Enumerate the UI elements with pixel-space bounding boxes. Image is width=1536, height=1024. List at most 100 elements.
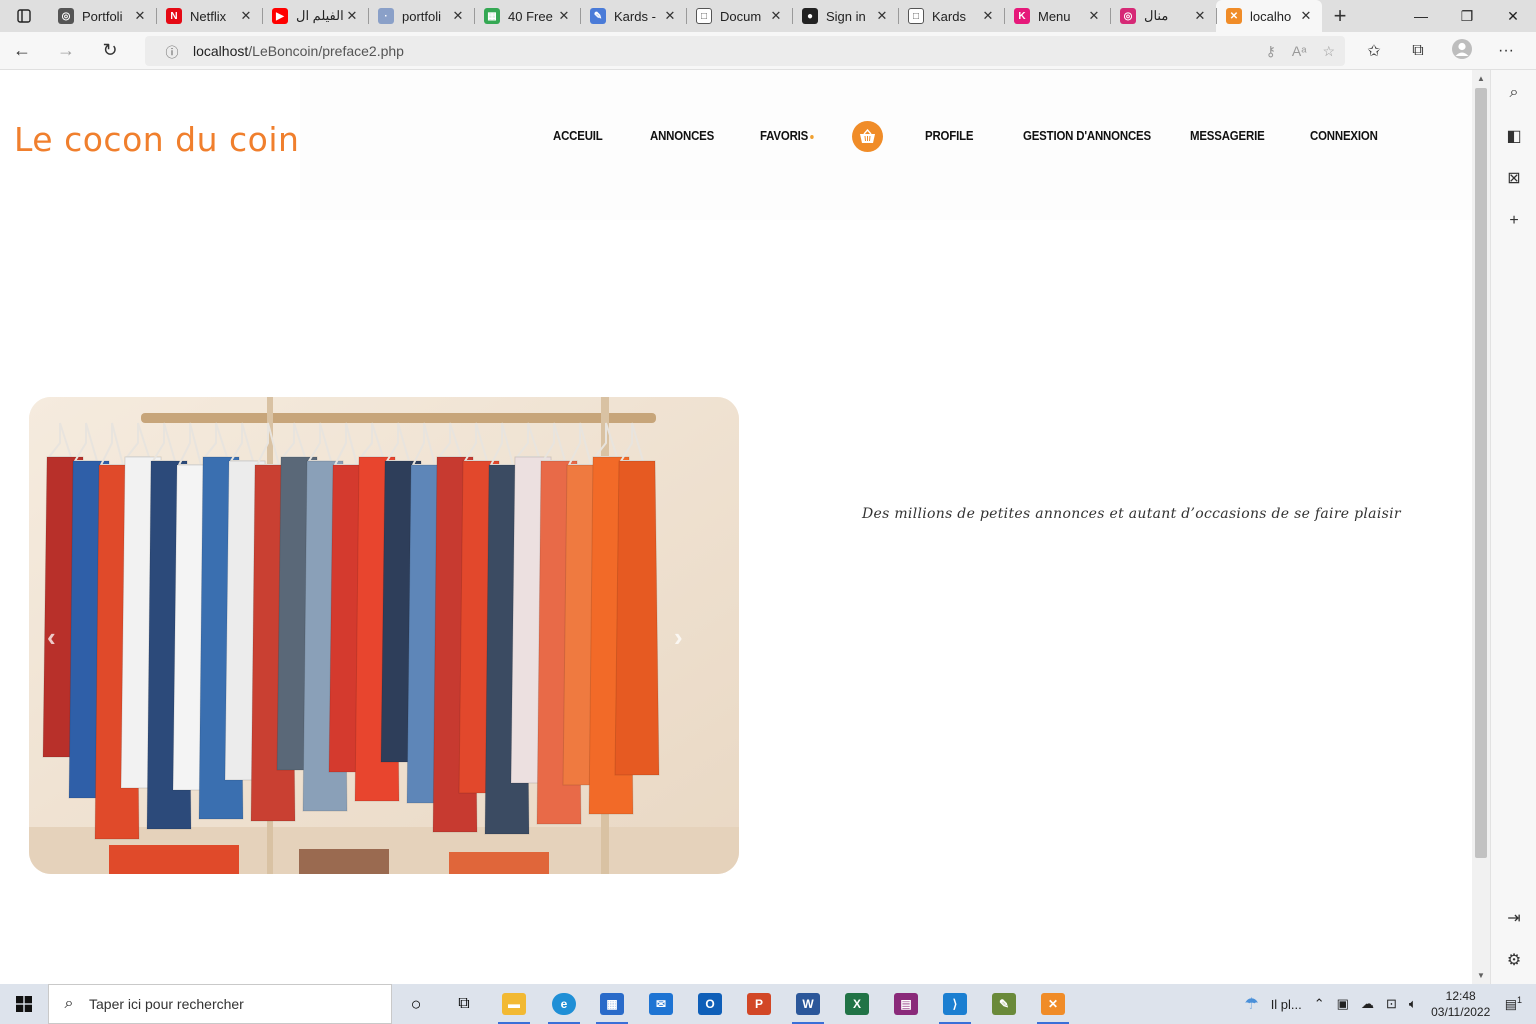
outlook-app-icon: O: [698, 993, 722, 1015]
window-controls: — ❐ ✕: [1398, 0, 1536, 32]
cart-button[interactable]: [852, 121, 883, 152]
minimize-icon[interactable]: —: [1398, 0, 1444, 32]
settings-gear-icon[interactable]: ⚙: [1491, 950, 1536, 970]
toolbar-right: ✩ ⧉ ···: [1352, 32, 1528, 70]
taskbar-word[interactable]: W: [784, 984, 832, 1024]
taskbar-powerpoint[interactable]: P: [735, 984, 783, 1024]
browser-tab[interactable]: □ Kards ✕: [898, 0, 1004, 32]
add-favorite-icon[interactable]: ☆: [1322, 43, 1335, 60]
tab-close-icon[interactable]: ✕: [1086, 8, 1102, 24]
tab-close-icon[interactable]: ✕: [768, 8, 784, 24]
browser-tab[interactable]: ◎ Portfoli ✕: [48, 0, 156, 32]
tab-close-icon[interactable]: ✕: [556, 8, 572, 24]
hero-carousel[interactable]: ‹ ›: [29, 397, 739, 874]
outlook-icon[interactable]: ⊠: [1491, 168, 1536, 188]
main-nav: ACCEUIL ANNONCES FAVORIS PROFILE GESTION…: [0, 120, 1472, 154]
notifications-icon[interactable]: ▤1: [1499, 995, 1536, 1012]
search-magnifier-icon: ⌕: [64, 995, 74, 1012]
taskbar-explorer[interactable]: ▬: [490, 984, 538, 1024]
favorites-icon[interactable]: ✩: [1352, 41, 1396, 61]
browser-tab[interactable]: ▦ 40 Free ✕: [474, 0, 580, 32]
network-icon[interactable]: ⊡: [1380, 996, 1403, 1012]
clock[interactable]: 12:48 03/11/2022: [1423, 988, 1499, 1020]
tab-close-icon[interactable]: ✕: [450, 8, 466, 24]
search-icon[interactable]: ⌕: [1491, 84, 1536, 102]
taskbar-winrar[interactable]: ▤: [882, 984, 930, 1024]
site-info-icon[interactable]: ⓘ: [157, 42, 187, 61]
tab-close-icon[interactable]: ✕: [662, 8, 678, 24]
refresh-button[interactable]: ↻: [88, 32, 132, 70]
browser-tab[interactable]: · portfoli ✕: [368, 0, 474, 32]
taskbar-mail[interactable]: ✉: [637, 984, 685, 1024]
basket-icon: [860, 129, 875, 143]
tab-close-icon[interactable]: ✕: [344, 8, 360, 24]
taskbar-vscode[interactable]: ⟩: [931, 984, 979, 1024]
nav-gestion-annonces[interactable]: GESTION D'ANNONCES: [1023, 128, 1151, 143]
profile-avatar-icon[interactable]: [1440, 38, 1484, 65]
cortana-button[interactable]: ○: [392, 984, 440, 1024]
netflix-icon: N: [166, 8, 182, 24]
tab-close-icon[interactable]: ✕: [1298, 8, 1314, 24]
taskbar-store[interactable]: ▦: [588, 984, 636, 1024]
tab-close-icon[interactable]: ✕: [1192, 8, 1208, 24]
taskbar-xampp[interactable]: ✕: [1029, 984, 1077, 1024]
office-icon[interactable]: ◧: [1491, 126, 1536, 146]
url-path: /LeBoncoin/preface2.php: [248, 43, 404, 59]
taskbar-excel[interactable]: X: [833, 984, 881, 1024]
address-bar[interactable]: ⓘ localhost/LeBoncoin/preface2.php ⚷ Aᵃ …: [145, 36, 1345, 66]
collections-icon[interactable]: ⧉: [1396, 42, 1440, 60]
browser-tab[interactable]: ✎ Kards - ✕: [580, 0, 686, 32]
tab-close-icon[interactable]: ✕: [238, 8, 254, 24]
browser-tab[interactable]: N Netflix ✕: [156, 0, 262, 32]
scroll-up-icon[interactable]: ▲: [1472, 74, 1490, 83]
taskbar-tool[interactable]: ✎: [980, 984, 1028, 1024]
close-window-icon[interactable]: ✕: [1490, 0, 1536, 32]
back-button[interactable]: ←: [0, 32, 44, 70]
browser-tab[interactable]: □ Docum ✕: [686, 0, 792, 32]
xampp-app-icon: ✕: [1041, 993, 1065, 1015]
carousel-next-button[interactable]: ›: [674, 622, 683, 653]
tab-actions-button[interactable]: [0, 0, 48, 32]
nav-annonces[interactable]: ANNONCES: [650, 128, 714, 143]
browser-tab[interactable]: K Menu ✕: [1004, 0, 1110, 32]
key-icon[interactable]: ⚷: [1266, 43, 1276, 60]
nav-acceuil[interactable]: ACCEUIL: [553, 128, 603, 143]
carousel-prev-button[interactable]: ‹: [47, 622, 56, 653]
task-view-button[interactable]: ⧉: [440, 984, 488, 1024]
start-button[interactable]: [0, 984, 48, 1024]
tab-close-icon[interactable]: ✕: [132, 8, 148, 24]
tab-list: ◎ Portfoli ✕ N Netflix ✕ ▶ الفيلم ال ✕ · portfoli ✕…: [48, 0, 1322, 32]
add-sidebar-icon[interactable]: +: [1491, 212, 1536, 230]
forward-button[interactable]: →: [44, 32, 88, 70]
forward-arrow-icon: →: [57, 40, 75, 60]
tab-close-icon[interactable]: ✕: [874, 8, 890, 24]
tab-title: الفيلم ال: [296, 8, 344, 23]
nav-profile[interactable]: PROFILE: [925, 128, 974, 143]
restore-icon[interactable]: ❐: [1444, 0, 1490, 32]
browser-tab[interactable]: ◎ منال ✕: [1110, 0, 1216, 32]
address-url[interactable]: localhost/LeBoncoin/preface2.php: [193, 43, 404, 59]
nav-messagerie[interactable]: MESSAGERIE: [1190, 128, 1265, 143]
browser-tab[interactable]: ● Sign in ✕: [792, 0, 898, 32]
weather-text[interactable]: Il pl...: [1265, 997, 1308, 1012]
browser-tab[interactable]: ✕ localho ✕: [1216, 0, 1322, 32]
nav-connexion[interactable]: CONNEXION: [1310, 128, 1378, 143]
scroll-thumb[interactable]: [1475, 88, 1487, 858]
tab-close-icon[interactable]: ✕: [980, 8, 996, 24]
more-menu-icon[interactable]: ···: [1484, 42, 1528, 60]
read-aloud-icon[interactable]: Aᵃ: [1292, 43, 1307, 59]
taskbar-search[interactable]: ⌕ Taper ici pour rechercher: [48, 984, 392, 1024]
page-scrollbar[interactable]: ▲ ▼: [1472, 70, 1490, 984]
tray-expand-icon[interactable]: ⌃: [1308, 996, 1331, 1012]
onedrive-icon[interactable]: ☁: [1355, 996, 1380, 1012]
hide-sidebar-icon[interactable]: ⇥: [1491, 908, 1536, 928]
scroll-down-icon[interactable]: ▼: [1472, 971, 1490, 980]
weather-rain-icon[interactable]: ☂: [1238, 994, 1264, 1014]
nav-favoris[interactable]: FAVORIS: [760, 128, 814, 143]
new-tab-button[interactable]: +: [1322, 0, 1358, 32]
device-icon[interactable]: ▣: [1331, 996, 1355, 1012]
taskbar-outlook[interactable]: O: [686, 984, 734, 1024]
volume-icon[interactable]: 🔈︎: [1403, 996, 1423, 1012]
browser-tab[interactable]: ▶ الفيلم ال ✕: [262, 0, 368, 32]
taskbar-edge[interactable]: e: [540, 984, 588, 1024]
